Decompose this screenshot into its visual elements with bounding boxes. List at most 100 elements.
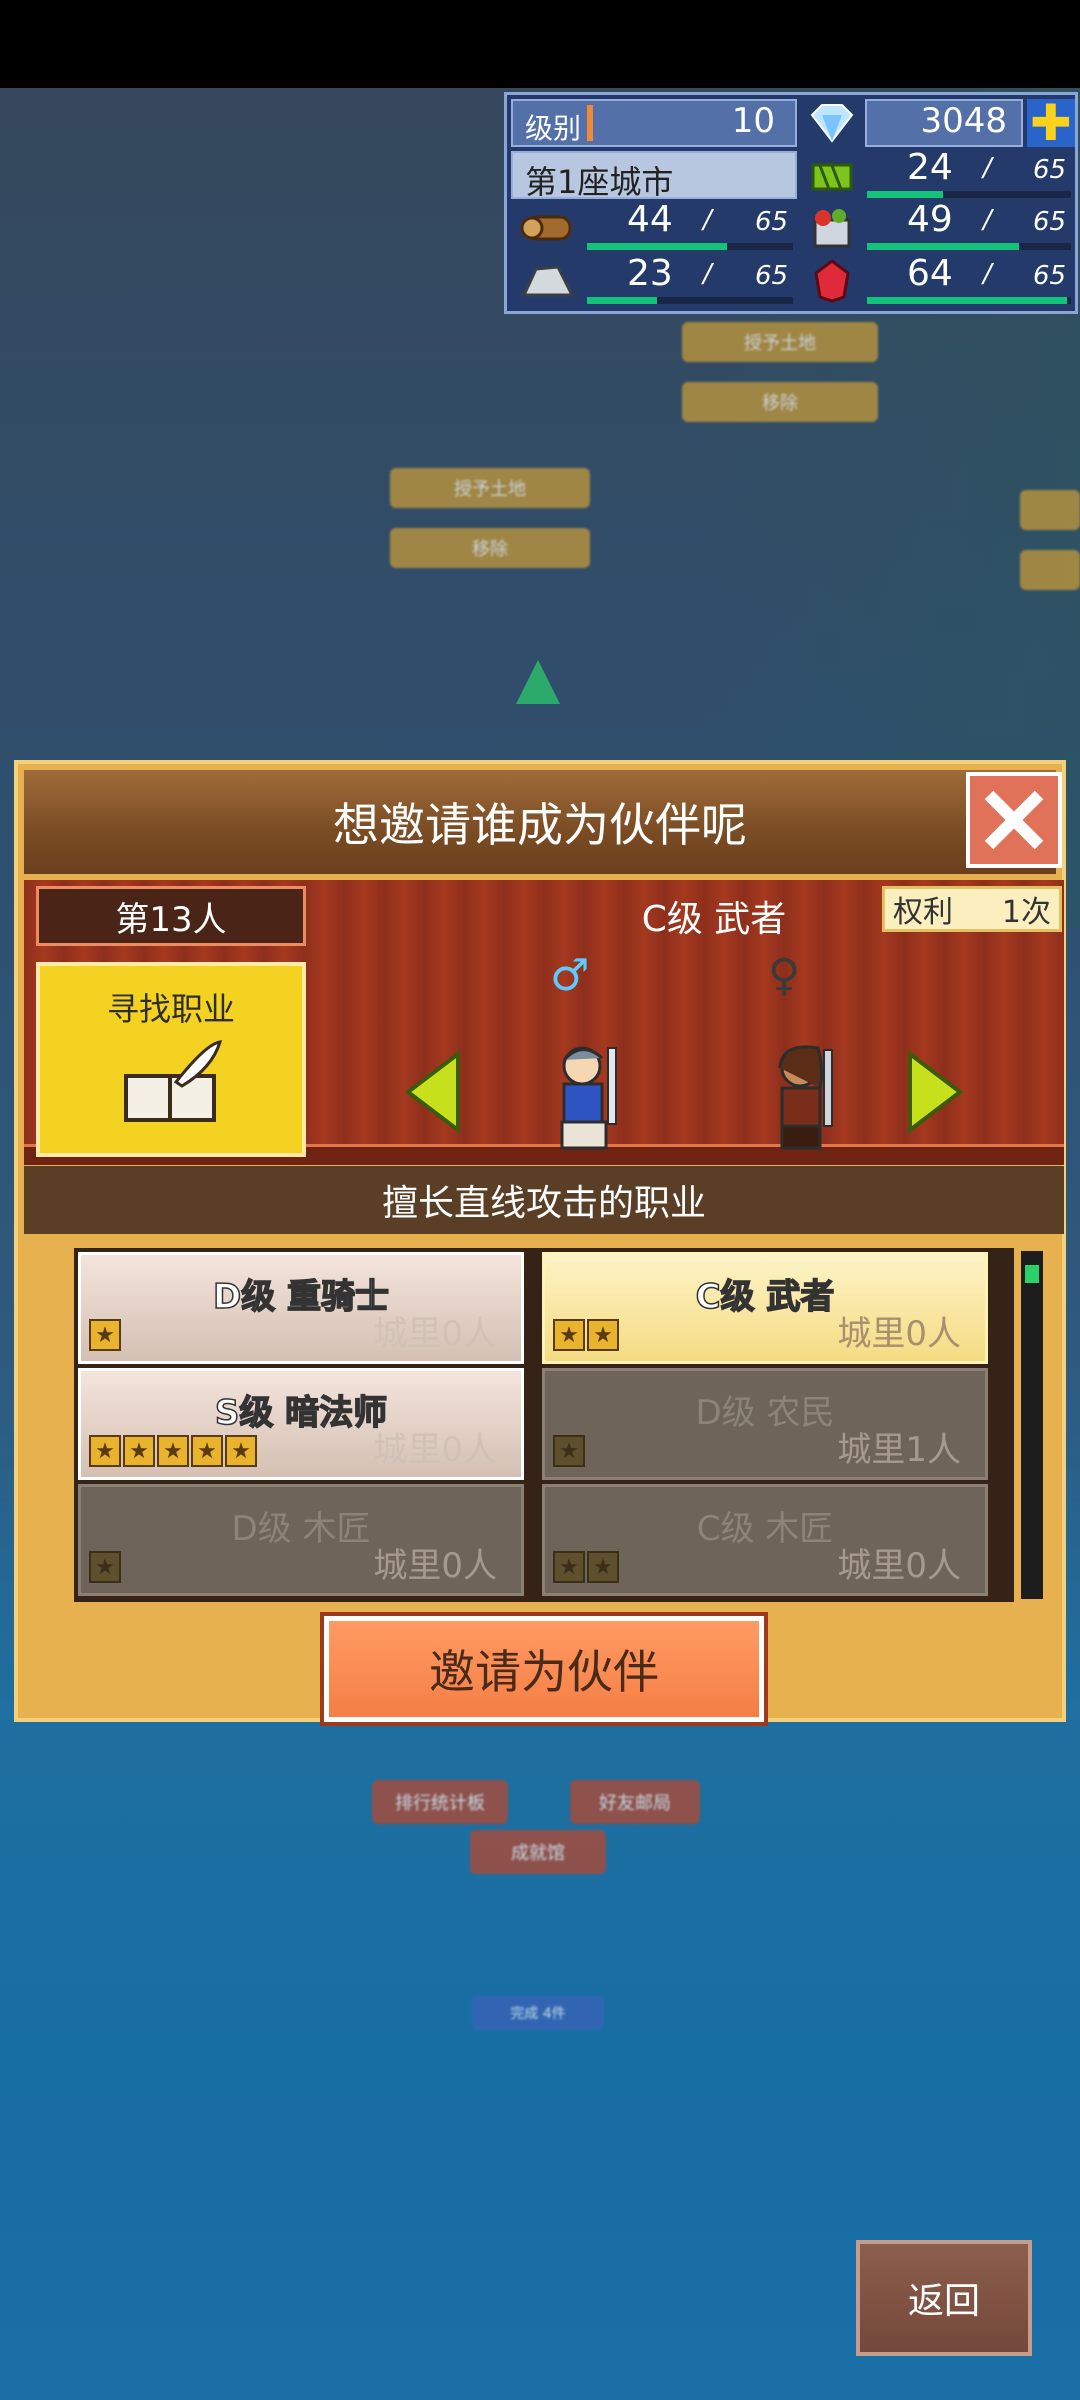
job-item-selected[interactable]: C级 武者 ★ ★ 城里0人 [542, 1252, 988, 1364]
ore-max: 65 [755, 261, 789, 291]
food-stat: 49 / 65 [863, 199, 1077, 251]
back-label: 返回 [907, 2281, 980, 2322]
food-bar-fill [867, 243, 1019, 250]
ore-bar-fill [587, 297, 657, 304]
wood-stat: 44 / 65 [583, 199, 799, 251]
achievement-hall-label: 成就馆 [511, 1843, 565, 1864]
job-list[interactable]: D级 重骑士 ★ 城里0人 C级 武者 ★ ★ 城里0人 S级 暗法师 ★ ★ ★ ★ ★… [74, 1248, 1014, 1602]
invite-partner-label: 邀请为伙伴 [429, 1645, 659, 1699]
level-value: 10 [731, 101, 775, 141]
job-count: 城里0人 [837, 1546, 961, 1586]
add-gems-button[interactable]: ✚ [1027, 94, 1075, 152]
remove-label-2: 移除 [472, 539, 508, 560]
star-icon: ★ [553, 1435, 585, 1467]
ore-icon [513, 257, 581, 305]
star-icon: ★ [89, 1319, 121, 1351]
prev-arrow-button[interactable] [402, 1049, 464, 1138]
job-item[interactable]: D级 农民 ★ 城里1人 [542, 1368, 988, 1480]
ranking-board-label: 排行统计板 [395, 1793, 485, 1814]
job-stars: ★ ★ ★ ★ ★ [89, 1435, 257, 1467]
job-count: 城里0人 [837, 1314, 961, 1354]
job-description-bar: 擅长直线攻击的职业 [24, 1166, 1064, 1234]
job-count: 城里0人 [373, 1314, 497, 1354]
job-count: 城里0人 [373, 1546, 497, 1586]
close-icon [984, 790, 1044, 850]
remove-label: 移除 [762, 393, 798, 414]
ore-sep: / [703, 259, 712, 289]
back-button[interactable]: 返回 [856, 2240, 1032, 2356]
ruby-value: 64 [907, 253, 953, 294]
wood-icon [513, 203, 581, 251]
complete-count-label: 完成 4件 [510, 2006, 566, 2022]
job-stars: ★ [89, 1319, 121, 1351]
character-stage: 第13人 寻找职业 C级 武者 权利 1次 ♂ ♀ [24, 880, 1064, 1165]
star-icon: ★ [587, 1319, 619, 1351]
friend-mail-label: 好友邮局 [599, 1793, 671, 1814]
job-item[interactable]: D级 木匠 ★ 城里0人 [78, 1484, 524, 1596]
next-arrow-button[interactable] [904, 1049, 966, 1138]
book-quill-icon [124, 1040, 223, 1122]
ruby-icon [803, 257, 861, 305]
food-icon [803, 203, 861, 251]
rights-badge: 权利 1次 [882, 886, 1062, 932]
dialog-title-bar: 想邀请谁成为伙伴呢 [24, 770, 1056, 874]
job-item[interactable]: C级 木匠 ★ ★ 城里0人 [542, 1484, 988, 1596]
achievement-hall-button[interactable]: 成就馆 [470, 1830, 606, 1874]
star-icon: ★ [553, 1551, 585, 1583]
job-item[interactable]: D级 重骑士 ★ 城里0人 [78, 1252, 524, 1364]
grass-icon [803, 151, 861, 199]
person-count: 第13人 [115, 899, 227, 940]
wood-bar-fill [587, 243, 727, 250]
job-count: 城里0人 [373, 1430, 497, 1470]
job-item[interactable]: S级 暗法师 ★ ★ ★ ★ ★ 城里0人 [78, 1368, 524, 1480]
female-symbol-icon: ♀ [768, 950, 801, 1001]
remove-button-bg-2[interactable]: 移除 [390, 528, 590, 568]
food-max: 65 [1033, 207, 1067, 237]
rights-value: 1次 [1001, 895, 1051, 930]
ruby-sep: / [983, 259, 992, 289]
left-arrow-icon [404, 1049, 460, 1135]
star-icon: ★ [225, 1435, 257, 1467]
grass-value: 24 [907, 147, 953, 188]
star-icon: ★ [89, 1435, 121, 1467]
ruby-max: 65 [1033, 261, 1067, 291]
job-stars: ★ [89, 1551, 121, 1583]
rights-label: 权利 [893, 895, 953, 930]
ranking-board-button[interactable]: 排行统计板 [372, 1780, 508, 1824]
remove-button-bg[interactable]: 移除 [682, 382, 878, 422]
friend-mail-button[interactable]: 好友邮局 [570, 1780, 700, 1824]
find-job-button[interactable]: 寻找职业 [36, 962, 306, 1157]
gem-value: 3048 [920, 101, 1007, 141]
job-count: 城里1人 [837, 1430, 961, 1470]
invite-partner-dialog: 想邀请谁成为伙伴呢 第13人 寻找职业 C级 武者 权利 1次 ♂ ♀ 擅长直线… [14, 760, 1066, 1726]
star-icon: ★ [123, 1435, 155, 1467]
level-label: 级别 [525, 112, 582, 145]
grass-sep: / [983, 153, 992, 183]
edge-button-1[interactable] [1020, 490, 1080, 530]
right-arrow-icon [908, 1049, 964, 1135]
resource-hud: 级别 10 3048 ✚ 第1座城市 24 / 65 44 / 65 49 / [504, 92, 1078, 314]
job-stars: ★ ★ [553, 1551, 619, 1583]
city-name: 第1座城市 [525, 163, 674, 201]
grant-land-button-bg-2[interactable]: 授予土地 [390, 468, 590, 508]
job-list-scrollbar[interactable] [1018, 1248, 1046, 1602]
wood-sep: / [703, 205, 712, 235]
city-name-panel: 第1座城市 [511, 151, 797, 201]
plus-icon: ✚ [1030, 94, 1072, 152]
scrollbar-thumb[interactable] [1025, 1265, 1039, 1283]
edge-button-2[interactable] [1020, 550, 1080, 590]
wood-max: 65 [755, 207, 789, 237]
person-count-badge: 第13人 [36, 886, 306, 946]
grant-land-button-bg[interactable]: 授予土地 [682, 322, 878, 362]
level-progress [587, 105, 593, 141]
female-warrior-sprite [762, 1040, 852, 1164]
invite-partner-button[interactable]: 邀请为伙伴 [320, 1612, 768, 1726]
star-icon: ★ [191, 1435, 223, 1467]
star-icon: ★ [587, 1551, 619, 1583]
star-icon: ★ [89, 1551, 121, 1583]
grant-land-label-2: 授予土地 [454, 479, 526, 500]
close-button[interactable] [966, 772, 1062, 868]
male-symbol-icon: ♂ [550, 950, 590, 1001]
male-warrior-sprite [544, 1040, 634, 1164]
wood-value: 44 [627, 199, 673, 240]
